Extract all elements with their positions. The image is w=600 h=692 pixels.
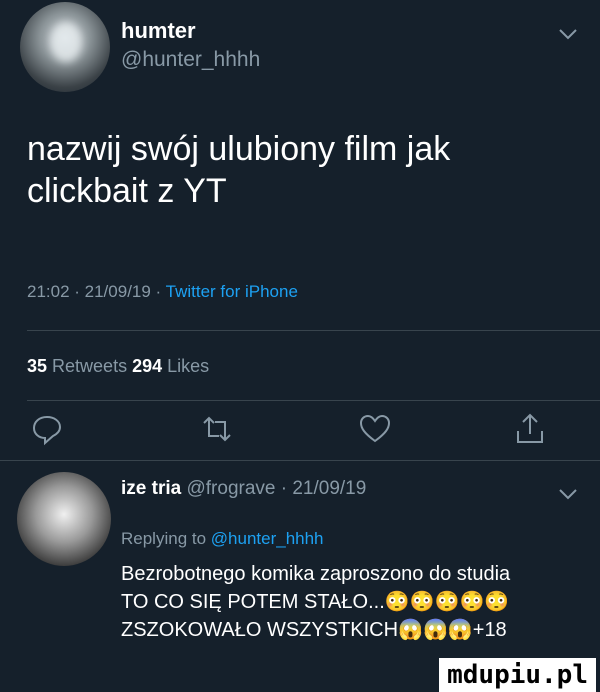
display-name[interactable]: humter (121, 18, 196, 44)
tweet-time: 21:02 · 21/09/19 · (27, 282, 166, 301)
mention-link[interactable]: @hunter_hhhh (211, 529, 324, 548)
tweet-text: nazwij swój ulubiony film jak clickbait … (27, 130, 451, 210)
divider (27, 400, 600, 401)
action-bar (0, 412, 600, 452)
avatar[interactable] (20, 2, 110, 92)
divider (27, 330, 600, 331)
share-button[interactable] (513, 412, 547, 446)
divider (0, 460, 600, 461)
heart-icon (359, 414, 391, 443)
comment-icon (32, 415, 62, 446)
chevron-down-icon[interactable] (558, 28, 578, 40)
tweet-source-link[interactable]: Twitter for iPhone (166, 282, 298, 301)
retweet-icon (203, 416, 231, 442)
user-handle[interactable]: @hunter_hhhh (121, 48, 260, 72)
reply-author: ize tria @frograve · 21/09/19 (121, 478, 366, 500)
retweets-count[interactable]: 35 (27, 356, 47, 376)
retweets-label[interactable]: Retweets (47, 356, 132, 376)
reply-button[interactable] (30, 412, 64, 446)
like-button[interactable] (358, 412, 392, 446)
watermark: mdupiu.pl (439, 658, 596, 692)
likes-label[interactable]: Likes (162, 356, 209, 376)
display-name[interactable]: ize tria (121, 478, 181, 499)
replying-prefix: Replying to (121, 529, 211, 548)
tweet-header: humter @hunter_hhhh (0, 0, 600, 110)
share-icon (517, 413, 543, 443)
avatar[interactable] (17, 472, 111, 566)
likes-count[interactable]: 294 (132, 356, 162, 376)
tweet-timestamp: 21:02 · 21/09/19 · Twitter for iPhone (27, 282, 298, 302)
reply-meta[interactable]: @frograve · 21/09/19 (181, 478, 366, 499)
tweet-stats: 35 Retweets 294 Likes (27, 356, 209, 377)
replying-to: Replying to @hunter_hhhh (121, 529, 324, 549)
chevron-down-icon[interactable] (558, 488, 578, 500)
reply-text: Bezrobotnego komika zaproszono do studia… (121, 563, 511, 641)
retweet-button[interactable] (200, 412, 234, 446)
